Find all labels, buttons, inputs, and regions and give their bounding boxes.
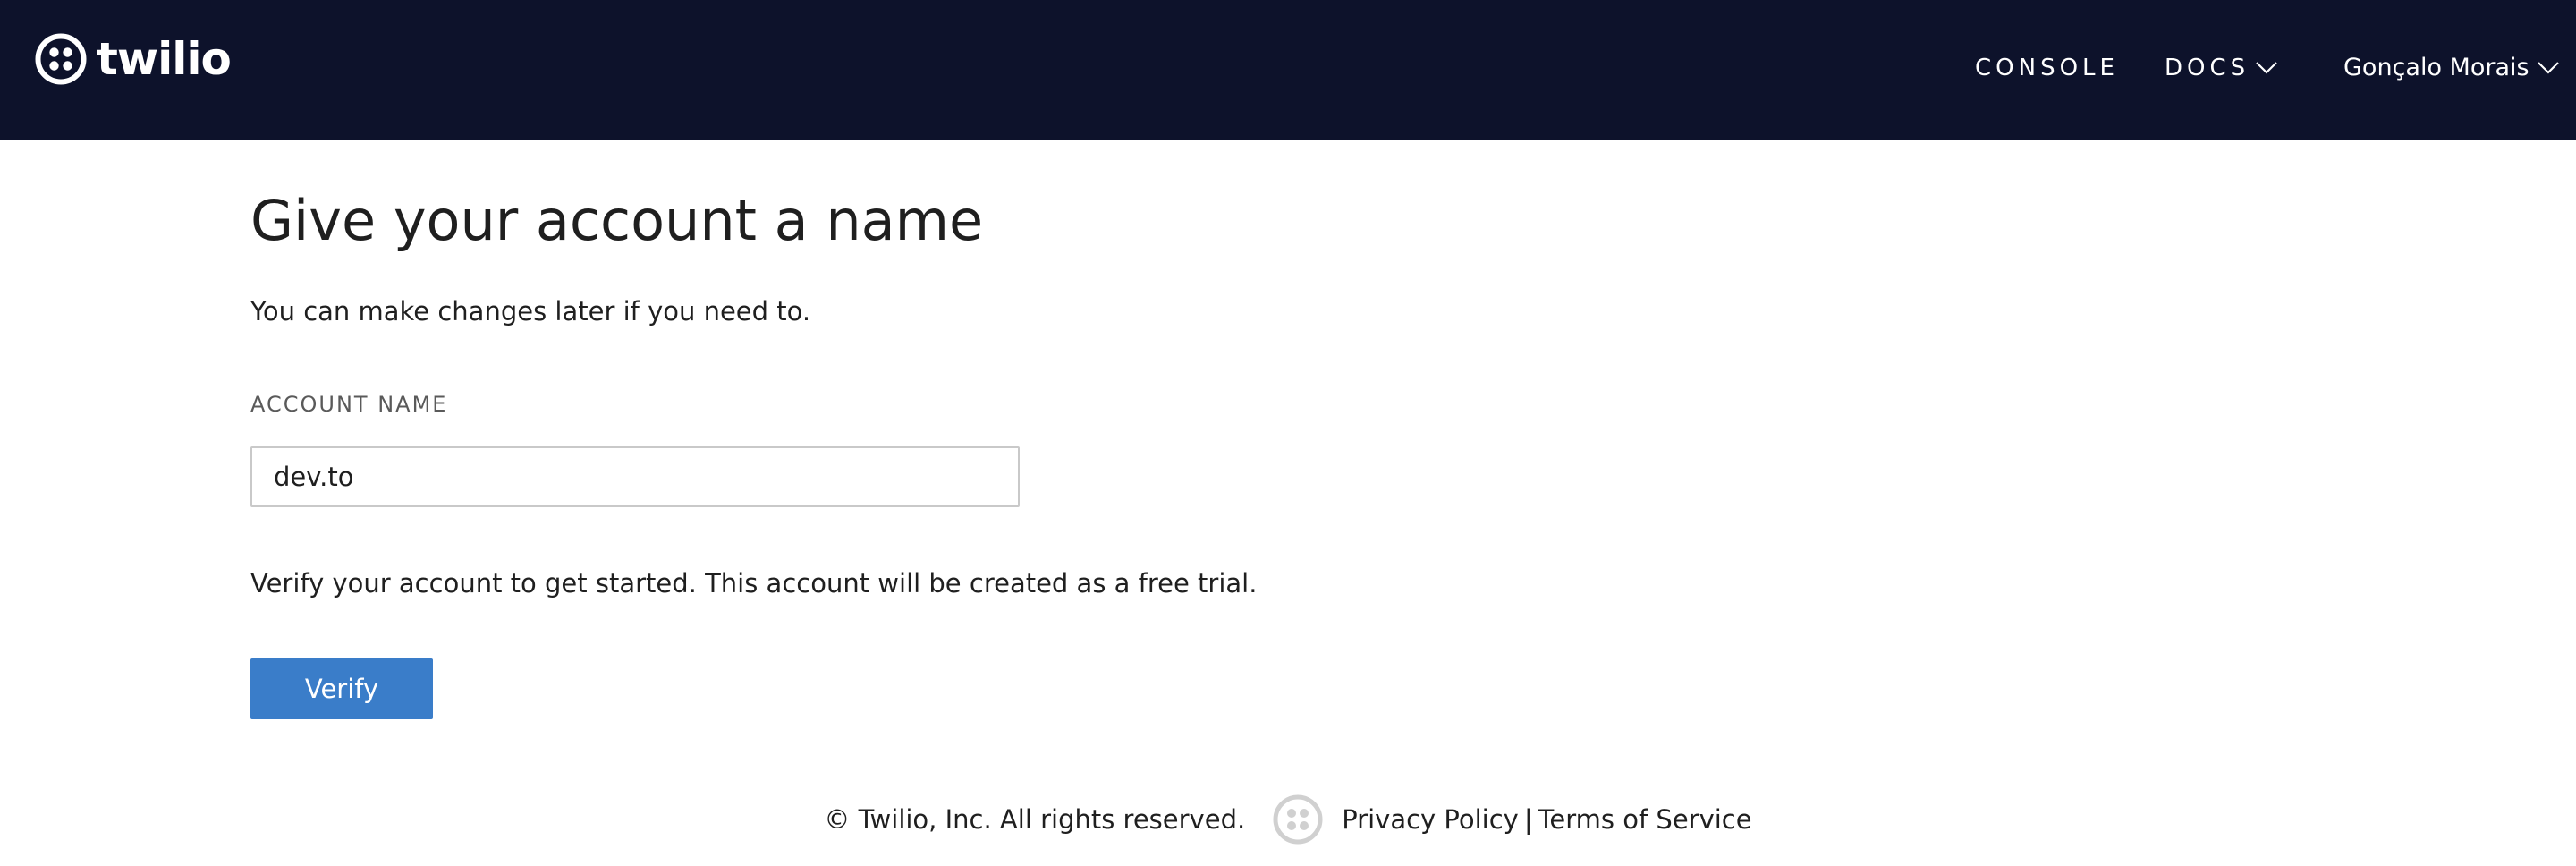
privacy-policy-link[interactable]: Privacy Policy — [1342, 804, 1519, 835]
nav-docs-label: DOCS — [2165, 55, 2250, 81]
terms-of-service-link[interactable]: Terms of Service — [1538, 804, 1752, 835]
footer-separator: | — [1523, 804, 1533, 835]
account-name-input[interactable] — [250, 446, 1020, 507]
top-header: twilio CONSOLE DOCS Gonçalo Morais — [0, 0, 2576, 140]
copyright-text: © Twilio, Inc. All rights reserved. — [824, 804, 1246, 835]
account-name-label: ACCOUNT NAME — [250, 392, 448, 417]
twilio-footer-icon — [1273, 794, 1323, 845]
twilio-logo-icon — [35, 33, 87, 85]
chevron-down-icon — [2256, 62, 2277, 74]
nav-console-link[interactable]: CONSOLE — [1975, 50, 2119, 86]
page-footer: © Twilio, Inc. All rights reserved. Priv… — [0, 791, 2576, 848]
page-title: Give your account a name — [250, 188, 984, 253]
verify-description: Verify your account to get started. This… — [250, 568, 1258, 599]
nav-console-label: CONSOLE — [1975, 55, 2119, 81]
twilio-logo[interactable]: twilio — [34, 30, 232, 88]
logo-wordmark: twilio — [97, 33, 232, 85]
user-name-label: Gonçalo Morais — [2343, 54, 2529, 81]
page-subtitle: You can make changes later if you need t… — [250, 296, 811, 327]
user-menu-dropdown[interactable]: Gonçalo Morais — [2343, 50, 2560, 86]
verify-button[interactable]: Verify — [250, 658, 433, 719]
nav-docs-dropdown[interactable]: DOCS — [2165, 50, 2278, 86]
chevron-down-icon — [2537, 62, 2559, 74]
